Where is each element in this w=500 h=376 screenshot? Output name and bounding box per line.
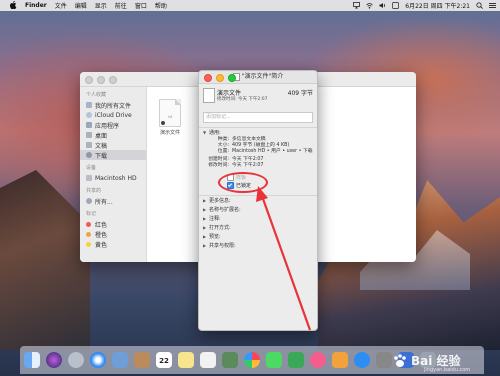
ibooks-icon[interactable] [332,352,348,368]
maps-icon[interactable] [222,352,238,368]
photos-icon[interactable] [244,352,260,368]
contacts-icon[interactable] [134,352,150,368]
system-preferences-icon[interactable] [376,352,392,368]
calendar-day-number: 22 [159,357,169,365]
mail-icon[interactable] [112,352,128,368]
notes-icon[interactable] [178,352,194,368]
itunes-icon[interactable] [310,352,326,368]
watermark-url: jingyan.baidu.com [424,367,471,373]
launchpad-icon[interactable] [68,352,84,368]
calendar-icon[interactable]: 22 [156,352,172,368]
safari-icon[interactable] [90,352,106,368]
app-store-icon[interactable] [354,352,370,368]
facetime-icon[interactable] [288,352,304,368]
annotation-arrow-icon [256,186,312,331]
finder-icon[interactable] [24,352,40,368]
baidu-paw-icon [394,353,406,367]
siri-icon[interactable] [46,352,62,368]
reminders-icon[interactable] [200,352,216,368]
messages-icon[interactable] [266,352,282,368]
